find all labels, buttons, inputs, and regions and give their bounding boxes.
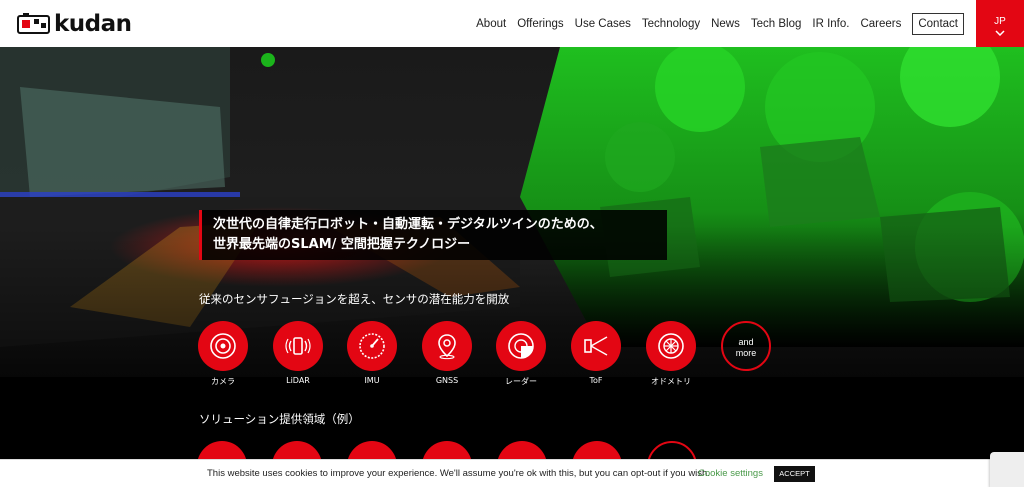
solutions-title: ソリューション提供領域（例） (199, 412, 360, 426)
chevron-down-icon (995, 30, 1005, 36)
sensor-label: レーダー (505, 377, 537, 386)
language-label: JP (994, 16, 1006, 27)
tof-icon (584, 336, 608, 356)
sensor-item-tof[interactable]: ToF (570, 321, 622, 385)
nav-careers[interactable]: Careers (860, 18, 901, 30)
hero: 次世代の自律走行ロボット・自動運転・デジタルツインのための、 世界最先端のSLA… (0, 47, 1024, 487)
logo-mark-icon (17, 13, 50, 34)
cookie-settings-link[interactable]: Cookie settings (698, 468, 763, 479)
headline-line-1: 次世代の自律走行ロボット・自動運転・デジタルツインのための、 (213, 217, 603, 232)
point-cloud-background (0, 47, 1024, 487)
and-more-circle: and more (721, 321, 771, 371)
main-nav: About Offerings Use Cases Technology New… (465, 0, 964, 47)
sensor-label: ToF (589, 376, 603, 385)
sensor-label: GNSS (435, 376, 459, 385)
sensor-item-lidar[interactable]: LiDAR (272, 321, 324, 385)
odometry-icon (658, 333, 684, 359)
sensor-label: IMU (364, 376, 380, 385)
lidar-icon (285, 337, 311, 355)
cookie-banner: This website uses cookies to improve you… (0, 452, 1024, 487)
sensor-label: LiDAR (286, 376, 310, 385)
sensor-item-odometry[interactable]: オドメトリ (645, 321, 697, 387)
hero-headline: 次世代の自律走行ロボット・自動運転・デジタルツインのための、 世界最先端のSLA… (199, 210, 667, 260)
camera-icon (210, 333, 236, 359)
sensor-circle (571, 321, 621, 371)
sensor-item-camera[interactable]: カメラ (197, 321, 249, 387)
sensor-item-radar[interactable]: レーダー (495, 321, 547, 387)
location-pin-icon (438, 334, 456, 360)
recaptcha-badge (990, 452, 1024, 487)
headline-line-2: 世界最先端のSLAM/ 空間把握テクノロジー (213, 237, 471, 252)
logo[interactable]: kudan (17, 11, 132, 37)
language-switcher[interactable]: JP (976, 0, 1024, 47)
radar-icon (508, 333, 534, 359)
contact-button[interactable]: Contact (912, 12, 964, 35)
sensor-circle (422, 321, 472, 371)
sensors-title: 従来のセンサフュージョンを超え、センサの潜在能力を開放 (199, 292, 510, 306)
sensor-label: カメラ (211, 377, 235, 386)
header: kudan About Offerings Use Cases Technolo… (0, 0, 1024, 47)
sensor-list: カメラ LiDAR IMU GNSS レーダー ToF オドメトリ and mo… (197, 321, 797, 391)
sensor-circle (347, 321, 397, 371)
sensor-circle (273, 321, 323, 371)
gauge-icon (359, 333, 385, 359)
and-more-line-2: more (735, 348, 757, 358)
nav-technology[interactable]: Technology (642, 18, 700, 30)
sensor-item-imu[interactable]: IMU (346, 321, 398, 385)
logo-text: kudan (54, 11, 132, 37)
sensor-circle (198, 321, 248, 371)
sensor-label: オドメトリ (651, 377, 691, 386)
nav-tech-blog[interactable]: Tech Blog (751, 18, 802, 30)
nav-offerings[interactable]: Offerings (517, 18, 563, 30)
nav-ir-info[interactable]: IR Info. (812, 18, 849, 30)
sensor-item-gnss[interactable]: GNSS (421, 321, 473, 385)
sensor-circle (496, 321, 546, 371)
sensor-circle (646, 321, 696, 371)
and-more-button[interactable]: and more (720, 321, 772, 371)
nav-news[interactable]: News (711, 18, 740, 30)
cookie-message: This website uses cookies to improve you… (207, 468, 710, 479)
nav-about[interactable]: About (476, 18, 506, 30)
and-more-line-1: and (738, 337, 754, 347)
nav-use-cases[interactable]: Use Cases (575, 18, 631, 30)
cookie-accept-button[interactable]: ACCEPT (774, 466, 815, 482)
